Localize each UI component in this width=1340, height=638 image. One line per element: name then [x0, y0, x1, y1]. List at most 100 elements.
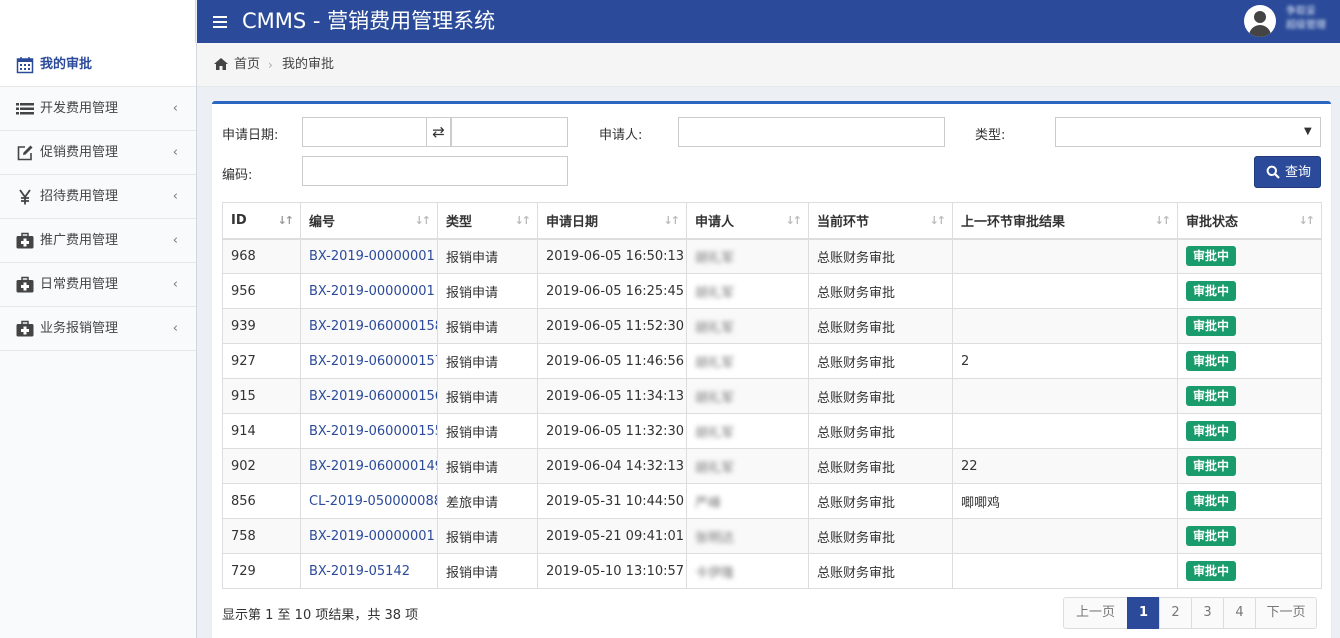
column-header-apply-date[interactable]: 申请日期 ↓↑	[537, 202, 687, 240]
column-header-type[interactable]: 类型 ↓↑	[437, 202, 538, 240]
table-cell: 927	[222, 343, 301, 379]
table-cell: 2019-05-31 10:44:50	[537, 483, 687, 519]
table-cell: 严峰	[686, 483, 809, 519]
cell-code-link[interactable]: BX-2019-060000158	[309, 319, 437, 334]
table-cell: 胡礼军	[686, 343, 809, 379]
table-cell: 915	[222, 378, 301, 414]
date-range-swap-icon[interactable]: ⇄	[426, 117, 451, 147]
sidebar-item-label: 业务报销管理	[40, 321, 119, 336]
column-header-prev-result[interactable]: 上一环节审批结果 ↓↑	[952, 202, 1178, 240]
sort-icon: ↓↑	[663, 214, 681, 227]
cell-applicant: 卡伊隆	[695, 565, 735, 581]
cell-code-link[interactable]: BX-2019-060000157	[309, 354, 437, 369]
cell-code-link[interactable]: BX-2019-00000001	[309, 249, 435, 264]
column-header-applicant[interactable]: 申请人 ↓↑	[686, 202, 809, 240]
column-header-status[interactable]: 审批状态 ↓↑	[1177, 202, 1322, 240]
applicant-input[interactable]	[678, 117, 945, 147]
page-button-3[interactable]: 3	[1191, 597, 1224, 629]
column-header-current-step[interactable]: 当前环节 ↓↑	[808, 202, 953, 240]
sidebar-item-marketing-expense[interactable]: 推广费用管理 ‹	[0, 219, 196, 263]
table-cell: 胡礼军	[686, 308, 809, 344]
cell-type: 报销申请	[446, 390, 499, 406]
table-cell: 总账财务审批	[808, 238, 953, 274]
table-row[interactable]: 856 CL-2019-050000088 差旅申请 2019-05-31 10:44…	[222, 483, 1322, 519]
table-row[interactable]: 968 BX-2019-00000001 报销申请 2019-06-05 16:50:…	[222, 238, 1322, 274]
sidebar-item-daily-expense[interactable]: 日常费用管理 ‹	[0, 263, 196, 307]
app-title: CMMS - 营销费用管理系统	[242, 9, 496, 33]
cell-applicant: 胡礼军	[695, 285, 735, 301]
table-row[interactable]: 902 BX-2019-060000149 报销申请 2019-06-04 14:32…	[222, 448, 1322, 484]
yen-icon	[19, 189, 31, 205]
approval-table: ID ↓↑ 编号 ↓↑ 类型 ↓↑ 申请日期 ↓↑ 申请人 ↓↑ 当前环节 ↓↑ 上一环节审…	[222, 202, 1322, 589]
cell-code-link[interactable]: BX-2019-060000156	[309, 389, 437, 404]
table-cell: 胡礼军	[686, 413, 809, 449]
cell-type: 报销申请	[446, 320, 499, 336]
next-page-button[interactable]: 下一页	[1255, 597, 1317, 629]
cell-code-link[interactable]: CL-2019-050000088	[309, 494, 437, 509]
page-button-4[interactable]: 4	[1223, 597, 1256, 629]
column-header-code[interactable]: 编号 ↓↑	[300, 202, 438, 240]
status-badge: 审批中	[1186, 316, 1237, 336]
code-input[interactable]	[302, 156, 568, 186]
cell-code-link[interactable]: BX-2019-060000149	[309, 459, 437, 474]
cell-code-link[interactable]: BX-2019-00000001	[309, 284, 435, 299]
medkit-icon	[16, 320, 34, 337]
table-cell: 总账财务审批	[808, 553, 953, 589]
table-cell	[952, 238, 1178, 274]
chevron-left-icon: ‹	[172, 145, 178, 160]
user-info[interactable]: 争取妥 超级管理	[1286, 5, 1326, 35]
page-button-1[interactable]: 1	[1127, 597, 1160, 629]
prev-page-button[interactable]: 上一页	[1063, 597, 1128, 629]
sidebar-item-dev-expense[interactable]: 开发费用管理 ‹	[0, 87, 196, 131]
table-row[interactable]: 914 BX-2019-060000155 报销申请 2019-06-05 11:32…	[222, 413, 1322, 449]
cell-code-link[interactable]: BX-2019-060000155	[309, 424, 437, 439]
table-row[interactable]: 956 BX-2019-00000001 报销申请 2019-06-05 16:25:…	[222, 273, 1322, 309]
table-cell: 856	[222, 483, 301, 519]
table-cell: 卡伊隆	[686, 553, 809, 589]
cell-code-link[interactable]: BX-2019-05142	[309, 564, 410, 579]
user-avatar-icon[interactable]	[1244, 5, 1276, 37]
table-cell: BX-2019-060000157	[300, 343, 438, 379]
search-icon	[1266, 165, 1280, 179]
search-button[interactable]: 查询	[1254, 156, 1321, 188]
status-badge: 审批中	[1186, 491, 1237, 511]
table-cell: 审批中	[1177, 238, 1322, 274]
table-cell: 729	[222, 553, 301, 589]
sidebar-item-my-approval[interactable]: 我的审批	[0, 43, 196, 87]
cell-id: 927	[231, 353, 256, 369]
table-cell	[952, 518, 1178, 554]
table-row[interactable]: 927 BX-2019-060000157 报销申请 2019-06-05 11:46…	[222, 343, 1322, 379]
table-row[interactable]: 729 BX-2019-05142 报销申请 2019-05-10 13:10:57 卡…	[222, 553, 1322, 589]
cell-applicant: 张明达	[695, 530, 735, 546]
table-cell: BX-2019-05142	[300, 553, 438, 589]
cell-id: 939	[231, 318, 256, 334]
page-button-2[interactable]: 2	[1159, 597, 1192, 629]
sidebar-item-entertain-expense[interactable]: 招待费用管理 ‹	[0, 175, 196, 219]
table-cell: 956	[222, 273, 301, 309]
cell-prev-result: 2	[961, 353, 970, 369]
cell-type: 报销申请	[446, 250, 499, 266]
apply-date-end-input[interactable]	[451, 117, 568, 147]
cell-id: 758	[231, 528, 256, 544]
table-row[interactable]: 758 BX-2019-00000001 报销申请 2019-05-21 09:41:…	[222, 518, 1322, 554]
type-select[interactable]	[1055, 117, 1321, 147]
table-row[interactable]: 939 BX-2019-060000158 报销申请 2019-06-05 11:52…	[222, 308, 1322, 344]
header-bar: CMMS - 营销费用管理系统 争取妥 超级管理	[197, 0, 1340, 43]
cell-code-link[interactable]: BX-2019-00000001	[309, 529, 435, 544]
table-cell: 胡礼军	[686, 273, 809, 309]
pagination-summary: 显示第 1 至 10 项结果，共 38 项	[222, 608, 419, 623]
cell-apply-date: 2019-06-05 16:50:13	[546, 248, 685, 264]
hamburger-menu-icon[interactable]	[213, 11, 227, 31]
table-cell: 2019-06-04 14:32:13	[537, 448, 687, 484]
sidebar-item-promo-expense[interactable]: 促销费用管理 ‹	[0, 131, 196, 175]
apply-date-start-input[interactable]	[302, 117, 427, 147]
sidebar-item-business-reimburse[interactable]: 业务报销管理 ‹	[0, 307, 196, 351]
table-row[interactable]: 915 BX-2019-060000156 报销申请 2019-06-05 11:34…	[222, 378, 1322, 414]
column-header-id[interactable]: ID ↓↑	[222, 202, 301, 240]
table-cell: 939	[222, 308, 301, 344]
table-cell: 报销申请	[437, 518, 538, 554]
breadcrumb-home-link[interactable]: 首页	[234, 43, 260, 87]
cell-apply-date: 2019-05-31 10:44:50	[546, 493, 685, 509]
cell-prev-result: 22	[961, 458, 978, 474]
cell-current-step: 总账财务审批	[817, 320, 896, 336]
